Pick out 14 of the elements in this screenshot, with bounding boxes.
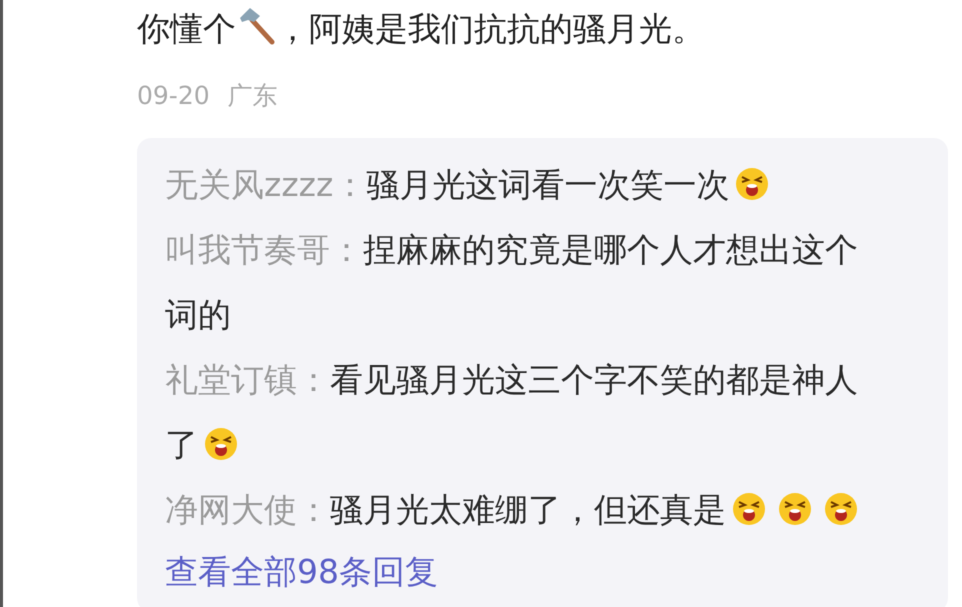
reply-text: 叫我节奏哥：捏麻麻的究竟是哪个人才想出这个词的 (165, 230, 858, 334)
comment-text: 你懂个 ，阿姨是我们抗抗的骚月光。 (137, 6, 948, 49)
reply-text: 无关风zzzz：骚月光这词看一次笑一次 (165, 165, 730, 204)
reply-text: 礼堂订镇：看见骚月光这三个字不笑的都是神人 (165, 360, 858, 400)
comment-date: 09-20 (137, 80, 210, 112)
reply-text: 净网大使：骚月光太难绷了，但还真是 (165, 490, 726, 530)
laughing-face-icon (735, 167, 770, 202)
view-all-replies-link[interactable]: 查看全部98条回复 (165, 552, 438, 592)
comment-location: 广东 (228, 80, 278, 112)
reply-text: 了 (165, 425, 198, 464)
laughing-face-icon (204, 427, 238, 462)
laughing-face-icon (824, 492, 858, 526)
laughing-face-icon (732, 492, 766, 526)
laughing-face-icon (778, 492, 812, 526)
